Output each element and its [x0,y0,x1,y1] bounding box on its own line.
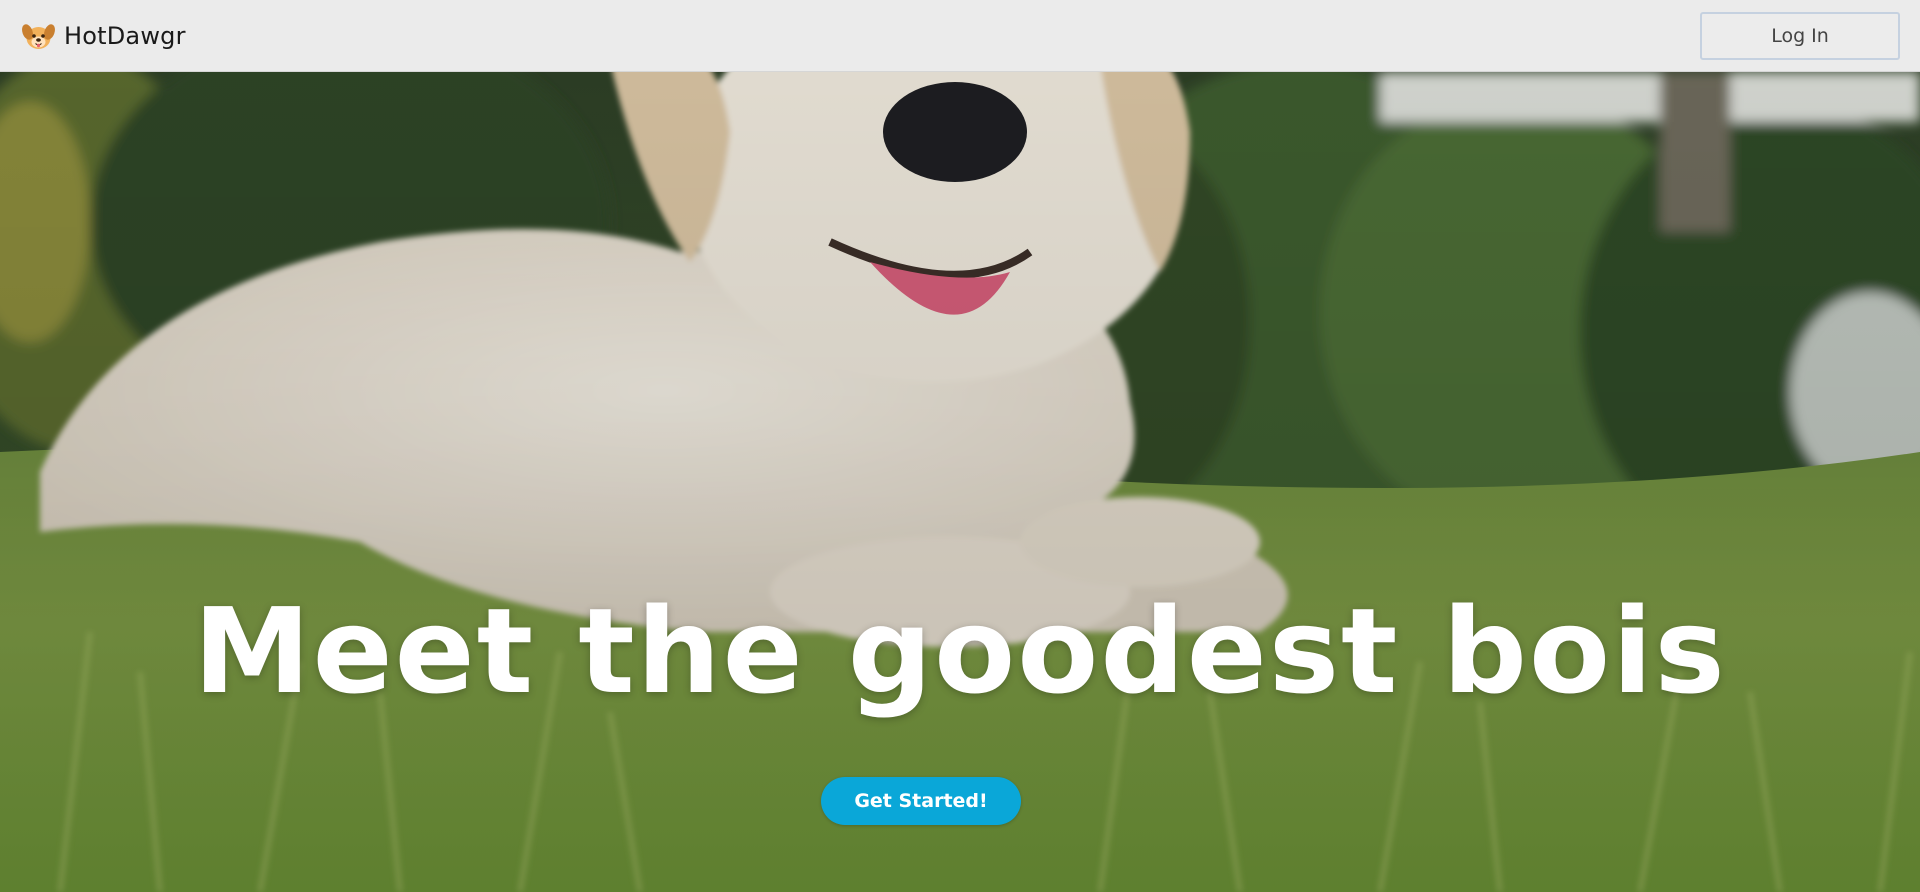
login-button[interactable]: Log In [1700,12,1900,60]
top-navbar: HotDawgr Log In [0,0,1920,72]
hero-headline: Meet the goodest bois [193,582,1727,720]
brand-name: HotDawgr [64,22,186,50]
brand[interactable]: HotDawgr [22,20,186,52]
dog-face-icon [22,20,55,53]
hero-section: Meet the goodest bois Get Started! [0,72,1920,892]
hero-background-image [0,72,1920,892]
get-started-button[interactable]: Get Started! [821,777,1021,825]
